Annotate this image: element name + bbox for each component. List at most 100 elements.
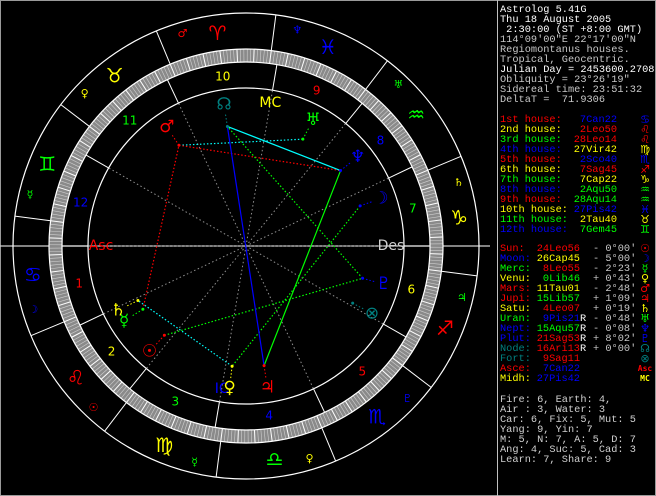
- house-cusp: [85, 154, 109, 169]
- sign-boundary: [30, 321, 65, 337]
- planet-point: [301, 137, 305, 141]
- house-number: 10: [215, 70, 230, 84]
- sign-boundary: [402, 365, 432, 388]
- house-cusp: [272, 64, 278, 91]
- house-cusp: [345, 102, 363, 124]
- house-cusp: [388, 166, 413, 179]
- sign-boundary: [365, 60, 388, 90]
- ruler-icon: ♄: [454, 176, 464, 189]
- degree-tick: [49, 253, 63, 256]
- sign-boundary: [441, 270, 478, 277]
- house-cusp-inner: [178, 102, 247, 247]
- sign-cap-icon: ♑: [450, 205, 468, 229]
- planet-pointer: [126, 300, 139, 307]
- degree-tick: [237, 429, 239, 443]
- ruler-icon: ♅: [394, 78, 404, 91]
- ruler-icon: ♇: [402, 392, 412, 405]
- planet-position: 27Pis42: [536, 373, 580, 385]
- planet-venu-icon: ♀: [223, 378, 235, 398]
- ruler-icon: ☽: [28, 303, 38, 316]
- ruler-icon: ♆: [292, 24, 302, 37]
- house-cusp: [79, 313, 104, 326]
- info-panel: Astrolog 5.41G Thu 18 August 2005 2:30:00…: [497, 0, 656, 496]
- ruler-icon: ☿: [191, 455, 198, 468]
- house-cusp-inner: [145, 245, 247, 369]
- sign-leo-icon: ♌: [67, 365, 85, 389]
- sign-boundary: [60, 104, 90, 127]
- planet-pointer: [359, 201, 373, 207]
- planet-pointer: [352, 302, 365, 310]
- ruler-icon: ♂: [178, 27, 188, 40]
- planet-point: [141, 307, 145, 311]
- planet-mars-icon: ♂: [159, 117, 174, 137]
- sign-tau-icon: ♉: [106, 64, 124, 88]
- planet-midh-icon: MC: [640, 374, 650, 383]
- house-number: 2: [108, 345, 116, 359]
- house-number: 3: [172, 395, 180, 409]
- house-cusp-inner: [245, 90, 274, 247]
- sign-boundary: [155, 30, 171, 65]
- ruler-icon: ♀: [81, 87, 89, 100]
- planet-fort-icon: ⊗: [365, 304, 379, 324]
- sign-sco-icon: ♏: [368, 404, 386, 428]
- sign-boundary: [104, 402, 127, 432]
- sign-icon: ♊: [640, 223, 650, 236]
- planet-asce-icon: Asc: [637, 364, 653, 373]
- chart-wheel: ♈♂♉♀♊☿♋☽♌☉♍☿ ♎ ♀♏♇♐♃♑♄♒♅♓♆123456789101112A…: [0, 12, 490, 480]
- planet-uran-icon: ♅: [306, 110, 321, 130]
- planet-sun-icon: ☉: [142, 342, 157, 362]
- planet-jupi-icon: ♃: [260, 377, 275, 397]
- aspect-line: [263, 170, 342, 366]
- house-number: 12: [73, 195, 88, 209]
- sign-vir-icon: ♍: [155, 433, 173, 457]
- house-cusp-inner: [245, 245, 384, 325]
- sign-can-icon: ♋: [24, 263, 42, 287]
- house-cusp-inner: [245, 177, 389, 247]
- planet-point: [225, 124, 229, 128]
- planet-pointer: [224, 113, 228, 127]
- planet-node-icon: ☊: [216, 95, 231, 115]
- planet-pointer: [131, 308, 144, 317]
- asc-label: Asc: [89, 238, 114, 254]
- degree-tick: [429, 253, 443, 255]
- house-cusp: [214, 401, 220, 428]
- planet-point: [177, 143, 181, 147]
- planet-nept-icon: ♆: [350, 147, 365, 167]
- house-number: 7: [409, 201, 417, 215]
- planet-pointer: [362, 277, 376, 283]
- house-cusp-value: 7Gem45: [579, 224, 617, 236]
- house-number: 11: [122, 114, 137, 128]
- house-cusp: [166, 79, 179, 104]
- sign-boundary: [427, 155, 462, 171]
- des-label: Des: [378, 238, 405, 254]
- house-cusp-inner: [245, 123, 347, 247]
- ruler-icon: ♀: [306, 452, 314, 465]
- sign-lib-icon: ♎: [266, 447, 284, 471]
- house-number: 5: [358, 364, 366, 378]
- sign-aqu-icon: ♒: [407, 103, 425, 127]
- planet-latitude: + 0°00': [593, 343, 637, 355]
- mc-label: MC: [259, 95, 281, 111]
- sign-boundary: [215, 441, 222, 478]
- house-number: 9: [313, 83, 321, 97]
- planet-point: [262, 364, 266, 368]
- ruler-icon: ♃: [457, 291, 467, 304]
- house-number: 4: [265, 408, 273, 422]
- retrograde-flag: R: [580, 343, 587, 355]
- planet-point: [230, 364, 234, 368]
- ruler-icon: ☿: [27, 188, 34, 201]
- aspect-line: [227, 125, 341, 172]
- degree-tick: [253, 49, 255, 63]
- house-cusp: [383, 323, 407, 338]
- planet-fort-icon: ⊗: [640, 352, 650, 365]
- ruler-icon: ☉: [89, 401, 99, 414]
- planet-point: [351, 301, 355, 305]
- sign-pis-icon: ♓: [319, 35, 337, 59]
- planet-point: [358, 204, 362, 208]
- degree-tick: [236, 49, 239, 63]
- planet-moon-icon: ☽: [373, 189, 388, 209]
- planet-satu-icon: ♄: [111, 300, 126, 320]
- sign-sag-icon: ♐: [436, 316, 454, 340]
- planet-point: [339, 169, 343, 173]
- house-cusp: [313, 388, 326, 413]
